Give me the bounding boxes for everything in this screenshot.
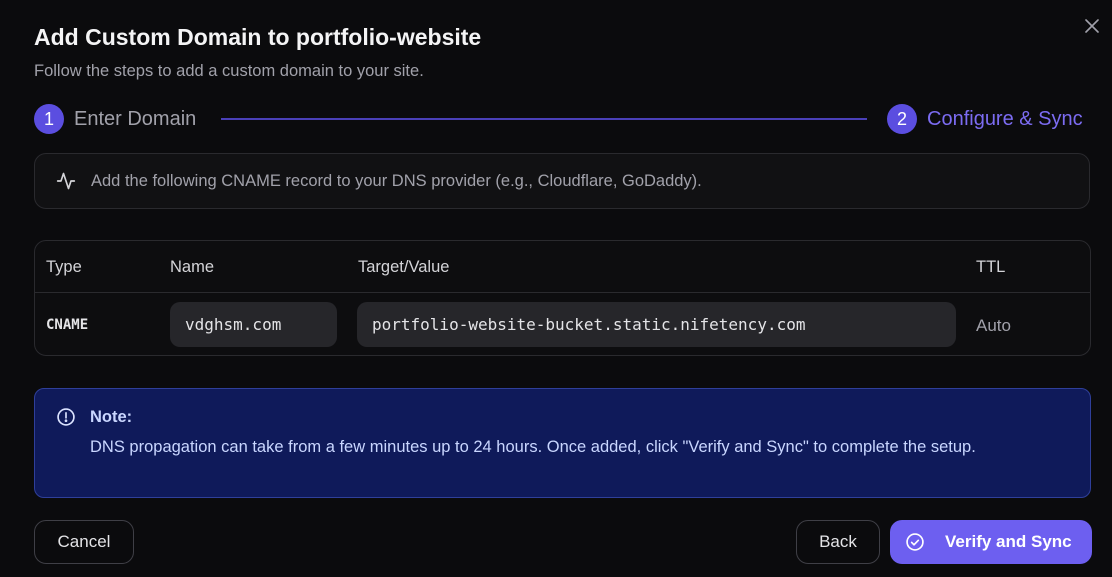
step-label-2: Configure & Sync [927, 107, 1083, 130]
step-configure-sync: 2 Configure & Sync [887, 104, 1083, 134]
table-header: Type Name Target/Value TTL [35, 241, 1090, 293]
header-name: Name [170, 258, 215, 276]
header-target: Target/Value [358, 258, 450, 276]
header-type: Type [46, 258, 82, 276]
dns-instruction-banner: Add the following CNAME record to your D… [34, 153, 1090, 209]
propagation-note: Note: DNS propagation can take from a fe… [34, 388, 1091, 498]
activity-icon [56, 170, 78, 192]
step-connector [221, 118, 867, 120]
verify-button-label: Verify and Sync [945, 532, 1072, 551]
close-icon[interactable] [1082, 16, 1102, 36]
record-ttl: Auto [976, 316, 1011, 335]
step-number-1: 1 [34, 104, 64, 134]
record-type: CNAME [46, 317, 89, 333]
dialog-title: Add Custom Domain to portfolio-website [34, 24, 482, 50]
dns-instruction-text: Add the following CNAME record to your D… [91, 171, 702, 190]
dialog-subtitle: Follow the steps to add a custom domain … [34, 62, 424, 80]
note-body: DNS propagation can take from a few minu… [90, 438, 976, 456]
check-circle-icon [905, 532, 925, 552]
step-label-1: Enter Domain [74, 107, 197, 130]
step-enter-domain: 1 Enter Domain [34, 104, 196, 134]
cancel-button[interactable]: Cancel [34, 520, 134, 564]
verify-and-sync-button[interactable]: Verify and Sync [890, 520, 1092, 564]
step-number-2: 2 [887, 104, 917, 134]
record-target-field[interactable]: portfolio-website-bucket.static.nifetenc… [357, 302, 956, 347]
header-ttl: TTL [976, 258, 1006, 276]
dns-record-table: Type Name Target/Value TTL CNAME vdghsm.… [34, 240, 1091, 356]
record-name-field[interactable]: vdghsm.com [170, 302, 337, 347]
note-heading: Note: [90, 408, 133, 426]
back-button[interactable]: Back [796, 520, 880, 564]
info-circle-icon [56, 407, 76, 427]
